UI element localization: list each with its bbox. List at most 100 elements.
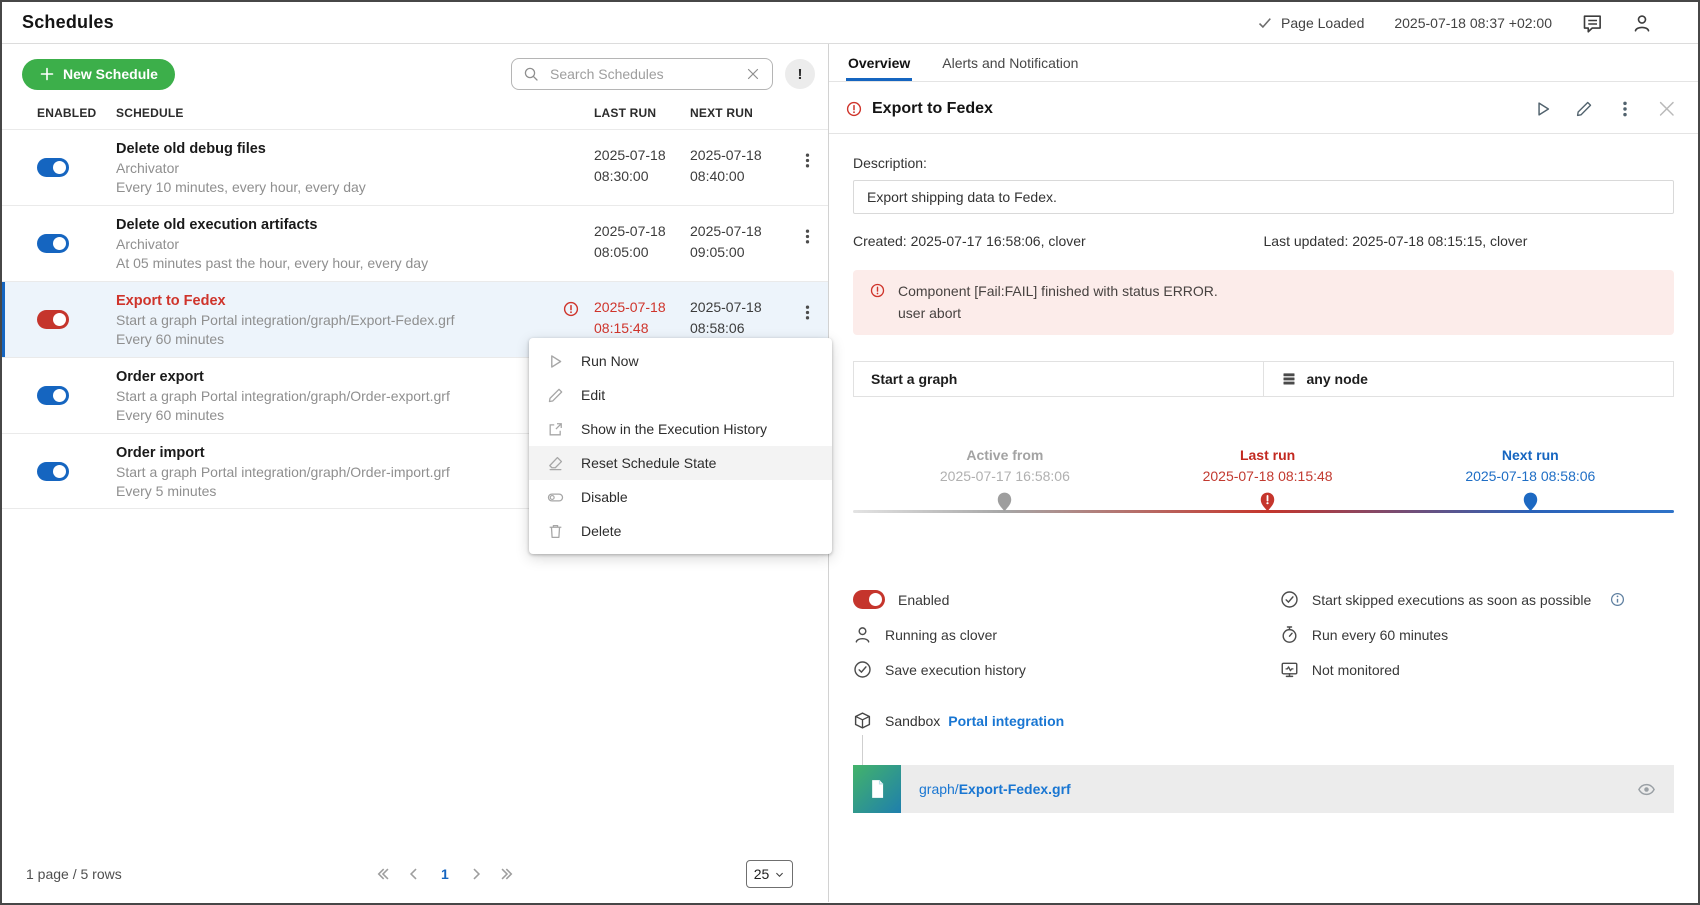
first-page-icon[interactable] [374, 865, 392, 883]
stopwatch-icon [1280, 625, 1299, 644]
description-value: Export shipping data to Fedex. [853, 180, 1674, 214]
header-timestamp: 2025-07-18 08:37 +02:00 [1394, 15, 1552, 31]
tab-alerts-and-notification[interactable]: Alerts and Notification [940, 44, 1080, 81]
table-row[interactable]: Delete old debug files Archivator Every … [2, 129, 828, 205]
tree-connector [862, 735, 863, 765]
external-link-icon [547, 421, 564, 438]
user-icon [853, 625, 872, 644]
next-page-icon[interactable] [467, 865, 485, 883]
node-stack-icon [1281, 371, 1297, 387]
error-icon [563, 301, 579, 317]
schedule-target: Archivator [116, 159, 594, 178]
error-icon [846, 101, 862, 117]
meta-row: Created: 2025-07-17 16:58:06, clover Las… [853, 233, 1674, 249]
column-last-run: LAST RUN [594, 106, 690, 120]
feedback-icon[interactable] [1582, 13, 1602, 33]
last-updated-text: Last updated: 2025-07-18 08:15:15, clove… [1264, 233, 1675, 249]
close-icon[interactable] [1657, 99, 1676, 118]
main-area: New Schedule ! ENABLED SCHEDULE LAST RUN… [2, 44, 1698, 902]
map-pin-icon [996, 491, 1013, 512]
map-pin-error-icon [1259, 491, 1276, 512]
edit-icon[interactable] [1575, 100, 1593, 118]
row-menu-icon[interactable] [799, 304, 816, 321]
alerts-button[interactable]: ! [785, 59, 815, 89]
column-schedule: SCHEDULE [116, 106, 594, 120]
plus-icon [39, 66, 55, 82]
run-now-icon[interactable] [1534, 100, 1552, 118]
enabled-toggle[interactable] [853, 590, 885, 609]
page-size-select[interactable]: 25 [746, 860, 793, 888]
column-next-run: NEXT RUN [690, 106, 786, 120]
row-menu-icon[interactable] [799, 152, 816, 169]
target-row: Start a graph any node [853, 361, 1674, 397]
new-schedule-label: New Schedule [63, 66, 158, 82]
menu-item-disable[interactable]: Disable [529, 480, 832, 514]
error-message-line2: user abort [898, 302, 1218, 324]
menu-item-delete[interactable]: Delete [529, 514, 832, 548]
toggle-off-icon [547, 489, 564, 506]
search-box [511, 58, 773, 90]
menu-item-show-in-execution-history[interactable]: Show in the Execution History [529, 412, 832, 446]
pagination-summary: 1 page / 5 rows [26, 866, 122, 882]
schedule-recurrence: Every 60 minutes [116, 406, 594, 425]
last-run-cell: 2025-07-1808:30:00 [594, 130, 690, 205]
check-icon [1257, 15, 1273, 31]
page-status-label: Page Loaded [1281, 15, 1364, 31]
tab-overview[interactable]: Overview [846, 44, 912, 81]
eye-icon[interactable] [1637, 780, 1656, 799]
user-icon[interactable] [1632, 13, 1652, 33]
detail-tabs: Overview Alerts and Notification [829, 44, 1698, 82]
enabled-toggle[interactable] [37, 234, 69, 253]
trash-icon [547, 523, 564, 540]
header-status-area: Page Loaded 2025-07-18 08:37 +02:00 [1257, 13, 1652, 33]
graph-file-row[interactable]: graph/Export-Fedex.grf [853, 765, 1674, 813]
more-actions-icon[interactable] [1616, 100, 1634, 118]
info-icon[interactable] [1610, 592, 1625, 607]
row-menu-icon[interactable] [799, 228, 816, 245]
sandbox-row: Sandbox Portal integration [853, 711, 1674, 730]
table-row[interactable]: Delete old execution artifacts Archivato… [2, 205, 828, 281]
menu-item-edit[interactable]: Edit [529, 378, 832, 412]
setting-enabled: Enabled [853, 589, 1280, 610]
map-pin-icon [1522, 491, 1539, 512]
enabled-toggle[interactable] [37, 158, 69, 177]
created-text: Created: 2025-07-17 16:58:06, clover [853, 233, 1264, 249]
schedule-target: Start a graph Portal integration/graph/O… [116, 463, 594, 482]
start-target-cell: Start a graph [853, 361, 1264, 397]
schedule-target: Start a graph Portal integration/graph/E… [116, 311, 594, 330]
list-header: ENABLED SCHEDULE LAST RUN NEXT RUN [2, 106, 828, 129]
enabled-toggle[interactable] [37, 386, 69, 405]
menu-item-run-now[interactable]: Run Now [529, 344, 832, 378]
last-page-icon[interactable] [498, 865, 516, 883]
description-label: Description: [853, 155, 1674, 171]
prev-page-icon[interactable] [405, 865, 423, 883]
app-header: Schedules Page Loaded 2025-07-18 08:37 +… [2, 2, 1698, 44]
schedule-name: Delete old execution artifacts [116, 215, 594, 235]
search-input[interactable] [548, 65, 736, 83]
next-run-cell: 2025-07-1808:40:00 [690, 130, 786, 205]
new-schedule-button[interactable]: New Schedule [22, 59, 175, 90]
sandbox-link[interactable]: Portal integration [948, 713, 1064, 729]
schedule-name: Export to Fedex [116, 291, 594, 311]
context-menu: Run Now Edit Show in the Execution Histo… [529, 338, 832, 554]
detail-content: Description: Export shipping data to Fed… [829, 134, 1698, 813]
menu-item-reset-schedule-state[interactable]: Reset Schedule State [529, 446, 832, 480]
graph-file-link[interactable]: graph/Export-Fedex.grf [919, 781, 1071, 797]
setting-start-skipped: Start skipped executions as soon as poss… [1280, 589, 1674, 610]
schedule-recurrence: At 05 minutes past the hour, every hour,… [116, 254, 594, 273]
schedule-name: Delete old debug files [116, 139, 594, 159]
clear-search-icon[interactable] [745, 66, 761, 82]
setting-run-every: Run every 60 minutes [1280, 624, 1674, 645]
page-status: Page Loaded [1257, 15, 1364, 31]
schedule-target: Start a graph Portal integration/graph/O… [116, 387, 594, 406]
error-banner: Component [Fail:FAIL] finished with stat… [853, 270, 1674, 335]
enabled-toggle[interactable] [37, 462, 69, 481]
timeline-active-from: Active from 2025-07-17 16:58:06 [885, 447, 1125, 512]
detail-actions [1534, 99, 1676, 118]
detail-title: Export to Fedex [872, 100, 993, 118]
current-page[interactable]: 1 [436, 866, 454, 882]
column-enabled: ENABLED [37, 106, 116, 120]
enabled-toggle[interactable] [37, 310, 69, 329]
app-window: Schedules Page Loaded 2025-07-18 08:37 +… [0, 0, 1700, 905]
sandbox-icon [853, 711, 872, 730]
